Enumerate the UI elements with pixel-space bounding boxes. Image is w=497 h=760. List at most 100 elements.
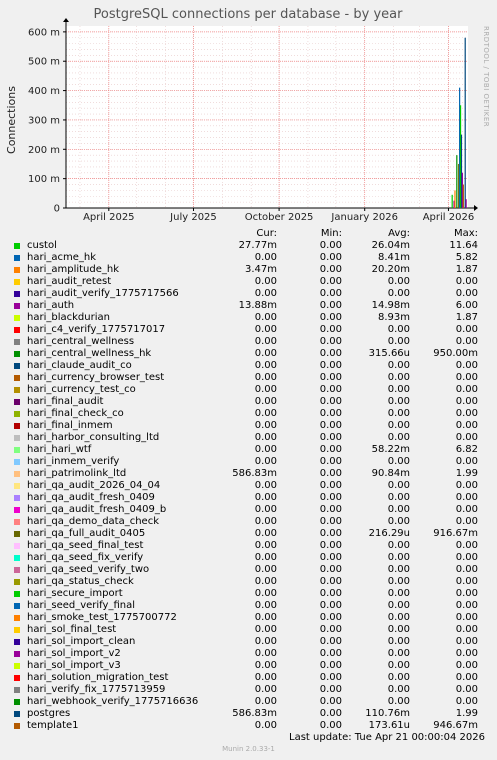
legend-row: hari_harbor_consulting_ltd 0.00 0.00 0.00 0.…: [12, 432, 492, 444]
legend-max-value: 0.00: [455, 696, 478, 707]
legend-row: hari_qa_audit_fresh_0409 0.00 0.00 0.00 0.00: [12, 492, 492, 504]
legend-series-name: template1: [27, 720, 79, 731]
legend-swatch: [14, 399, 20, 405]
legend-max-value: 950.00m: [433, 348, 478, 359]
legend-row: hari_qa_audit_fresh_0409_b 0.00 0.00 0.00 0.…: [12, 504, 492, 516]
legend-series-name: hari_amplitude_hk: [27, 264, 120, 275]
legend-max-value: 0.00: [455, 432, 478, 443]
legend-row: hari_solution_migration_test 0.00 0.00 0.00…: [12, 672, 492, 684]
legend-row: hari_final_audit 0.00 0.00 0.00 0.00: [12, 396, 492, 408]
legend-series-name: hari_qa_audit_fresh_0409_b: [27, 504, 167, 515]
legend-row: hari_blackdurian 0.00 0.00 8.93m 1.87: [12, 312, 492, 324]
legend-series-name: hari_qa_status_check: [27, 576, 134, 587]
legend-row: hari_central_wellness_hk 0.00 0.00 315.66u 9…: [12, 348, 492, 360]
legend-row: hari_seed_verify_final 0.00 0.00 0.00 0.00: [12, 600, 492, 612]
legend-swatch: [14, 711, 20, 717]
legend-swatch: [14, 543, 20, 549]
legend-row: hari_webhook_verify_1775716636 0.00 0.00 0.…: [12, 696, 492, 708]
legend-series-name: hari_hari_wtf: [27, 444, 92, 455]
legend-series-name: hari_verify_fix_1775713959: [27, 684, 166, 695]
legend-swatch: [14, 567, 20, 573]
legend-table: Cur: Min: Avg: Max: custol 27.77m 0.00 26.0…: [12, 228, 492, 732]
chart-title: PostgreSQL connections per database - by…: [94, 7, 404, 22]
legend-series-name: hari_webhook_verify_1775716636: [27, 696, 199, 707]
legend-series-name: hari_central_wellness_hk: [27, 348, 152, 359]
legend-swatch: [14, 351, 20, 357]
legend-series-name: hari_qa_seed_verify_two: [27, 564, 150, 575]
legend-swatch: [14, 555, 20, 561]
legend-series-name: hari_auth: [27, 300, 75, 311]
legend-max-value: 0.00: [455, 420, 478, 431]
legend-row: hari_qa_demo_data_check 0.00 0.00 0.00 0.00: [12, 516, 492, 528]
legend-row: hari_sol_import_v2 0.00 0.00 0.00 0.00: [12, 648, 492, 660]
legend-max-value: 0.00: [455, 624, 478, 635]
x-tick-label: April 2026: [423, 212, 474, 223]
legend-max-value: 1.99: [455, 468, 478, 479]
legend-row: hari_amplitude_hk 3.47m 0.00 20.20m 1.87: [12, 264, 492, 276]
legend-swatch: [14, 327, 20, 333]
legend-row: hari_patrimolink_ltd 586.83m 0.00 90.84m 1.9…: [12, 468, 492, 480]
legend-row: hari_claude_audit_co 0.00 0.00 0.00 0.00: [12, 360, 492, 372]
legend-row: hari_qa_status_check 0.00 0.00 0.00 0.00: [12, 576, 492, 588]
legend-series-name: hari_currency_test_co: [27, 384, 136, 395]
legend-series-name: hari_qa_seed_fix_verify: [27, 552, 144, 563]
legend-max-value: 0.00: [455, 588, 478, 599]
legend-max-value: 0.00: [455, 480, 478, 491]
legend-series-name: hari_seed_verify_final: [27, 600, 135, 611]
legend-series-name: hari_smoke_test_1775700772: [27, 612, 177, 623]
legend-row: hari_secure_import 0.00 0.00 0.00 0.00: [12, 588, 492, 600]
legend-max-value: 946.67m: [433, 720, 478, 731]
legend-swatch: [14, 279, 20, 285]
legend-series-name: hari_solution_migration_test: [27, 672, 169, 683]
legend-row: hari_qa_seed_fix_verify 0.00 0.00 0.00 0.00: [12, 552, 492, 564]
legend-row: hari_smoke_test_1775700772 0.00 0.00 0.00 0.…: [12, 612, 492, 624]
legend-swatch: [14, 699, 20, 705]
legend-row: hari_verify_fix_1775713959 0.00 0.00 0.00 0.…: [12, 684, 492, 696]
legend-max-value: 0.00: [455, 576, 478, 587]
legend-swatch: [14, 339, 20, 345]
legend-series-name: hari_audit_verify_1775717566: [27, 288, 179, 299]
legend-max-value: 0.00: [455, 504, 478, 515]
legend-series-name: hari_currency_browser_test: [27, 372, 165, 383]
legend-max-value: 0.00: [455, 360, 478, 371]
legend-swatch: [14, 435, 20, 441]
legend-max-value: 0.00: [455, 636, 478, 647]
legend-swatch: [14, 579, 20, 585]
legend-series-name: hari_sol_import_v3: [27, 660, 121, 671]
legend-series-name: hari_secure_import: [27, 588, 123, 599]
legend-max-value: 0.00: [455, 288, 478, 299]
legend-swatch: [14, 423, 20, 429]
legend-row: hari_auth 13.88m 0.00 14.98m 6.00: [12, 300, 492, 312]
legend-series-name: hari_sol_import_v2: [27, 648, 121, 659]
legend-max-value: 0.00: [455, 456, 478, 467]
y-tick-label: 300 m: [28, 115, 60, 126]
legend-swatch: [14, 291, 20, 297]
legend-row: hari_qa_audit_2026_04_04 0.00 0.00 0.00 0.00: [12, 480, 492, 492]
legend-swatch: [14, 387, 20, 393]
legend-swatch: [14, 663, 20, 669]
legend-row: hari_sol_import_v3 0.00 0.00 0.00 0.00: [12, 660, 492, 672]
legend-max-value: 0.00: [455, 660, 478, 671]
legend-row: hari_sol_import_clean 0.00 0.00 0.00 0.00: [12, 636, 492, 648]
legend-series-name: hari_qa_audit_fresh_0409: [27, 492, 155, 503]
legend-series-name: hari_central_wellness: [27, 336, 135, 347]
x-tick-label: July 2025: [169, 212, 217, 223]
legend-row: hari_currency_test_co 0.00 0.00 0.00 0.00: [12, 384, 492, 396]
legend-swatch: [14, 507, 20, 513]
legend-max-value: 0.00: [455, 540, 478, 551]
legend-row: template1 0.00 0.00 173.61u 946.67m: [12, 720, 492, 732]
y-tick-label: 0: [54, 204, 60, 215]
legend-row: hari_audit_verify_1775717566 0.00 0.00 0.00…: [12, 288, 492, 300]
y-tick-label: 500 m: [28, 57, 60, 68]
y-tick-label: 400 m: [28, 86, 60, 97]
legend-series-name: hari_c4_verify_1775717017: [27, 324, 166, 335]
legend-max-value: 0.00: [455, 600, 478, 611]
legend-series-name: hari_patrimolink_ltd: [27, 468, 127, 479]
legend-swatch: [14, 591, 20, 597]
legend-max-value: 6.82: [455, 444, 478, 455]
legend-row: hari_qa_seed_final_test 0.00 0.00 0.00 0.00: [12, 540, 492, 552]
legend-row: hari_audit_retest 0.00 0.00 0.00 0.00: [12, 276, 492, 288]
legend-series-name: postgres: [27, 708, 71, 719]
legend-row: hari_acme_hk 0.00 0.00 8.41m 5.82: [12, 252, 492, 264]
connections-chart: PostgreSQL connections per database - by…: [5, 7, 490, 223]
